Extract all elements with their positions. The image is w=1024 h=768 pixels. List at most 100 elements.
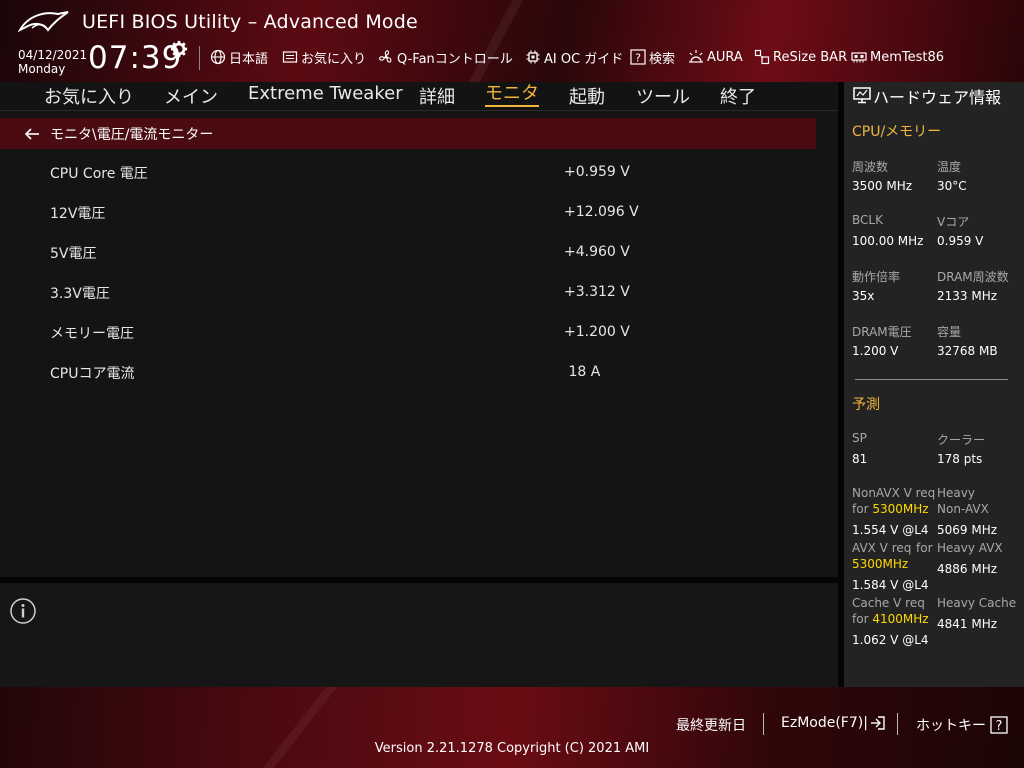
aura-icon	[689, 50, 703, 63]
back-arrow-icon[interactable]	[24, 126, 40, 142]
label-heavy-avx: Heavy AVX	[937, 541, 1003, 555]
row-label-12v-voltage[interactable]: 12V電圧	[50, 203, 105, 223]
tab-extreme-tweaker[interactable]: Extreme Tweaker	[248, 83, 403, 104]
language-button[interactable]: 日本語	[210, 48, 269, 67]
label-cooler: クーラー	[937, 433, 986, 447]
favorites-label: お気に入り	[301, 51, 367, 67]
header-divider	[199, 46, 200, 70]
value-heavy-nonavx: 5069 MHz	[937, 523, 998, 537]
breadcrumb[interactable]: モニタ\電圧/電流モニター	[0, 118, 816, 149]
search-help-icon: ?	[630, 49, 646, 65]
value-cooler: 178 pts	[937, 452, 983, 466]
value-nonavx-vreq: 1.554 V @L4	[852, 523, 929, 537]
resize-bar-button[interactable]: ReSize BAR	[754, 48, 847, 66]
language-label: 日本語	[229, 51, 269, 67]
ai-oc-guide-button[interactable]: AI OC ガイド	[525, 48, 623, 67]
favorites-button[interactable]: お気に入り	[282, 48, 367, 67]
info-icon	[10, 598, 36, 624]
clock-display[interactable]: 07:39	[88, 40, 182, 76]
panel-section-divider	[855, 379, 1008, 380]
label-heavy-cache: Heavy Cache	[937, 596, 1017, 610]
qfan-control-button[interactable]: Q-Fanコントロール	[378, 48, 513, 67]
label-dram-voltage: DRAM電圧	[852, 325, 912, 339]
label-avx-vreq: AVX V req	[852, 541, 912, 555]
resize-bar-icon	[754, 49, 770, 65]
cache-target-frequency: 4100MHz	[872, 612, 929, 626]
ai-oc-icon	[526, 50, 540, 64]
last-modified-button[interactable]: 最終更新日	[676, 715, 746, 735]
search-button[interactable]: ? 検索	[630, 48, 676, 67]
value-ratio: 35x	[852, 289, 875, 303]
row-value-12v-voltage: +12.096 V	[564, 204, 639, 220]
monitor-icon	[853, 87, 871, 104]
row-label-cpu-core-voltage[interactable]: CPU Core 電圧	[50, 163, 148, 183]
resize-bar-label: ReSize BAR	[773, 49, 848, 65]
rog-logo-icon	[18, 11, 69, 33]
tab-favorites[interactable]: お気に入り	[44, 83, 134, 109]
label-avx-for: for	[916, 541, 933, 555]
svg-text:?: ?	[996, 719, 1003, 734]
nonavx-target-frequency: 5300MHz	[872, 502, 929, 516]
main-tabs: お気に入り メイン Extreme Tweaker 詳細 モニタ 起動 ツール …	[0, 82, 838, 111]
gear-icon[interactable]	[170, 40, 188, 58]
version-text: Version 2.21.1278 Copyright (C) 2021 AMI	[374, 741, 650, 756]
tab-advanced[interactable]: 詳細	[419, 83, 455, 109]
hotkeys-button[interactable]: ホットキー ?	[916, 715, 1008, 735]
row-label-memory-voltage[interactable]: メモリー電圧	[50, 323, 134, 343]
label-cache-for: for 4100MHz	[852, 612, 929, 626]
footer-bar: 最終更新日 EzMode(F7)| ホットキー ? Version 2.21.1…	[0, 687, 1024, 768]
row-value-5v-voltage: +4.960 V	[564, 244, 630, 260]
header-bar: UEFI BIOS Utility – Advanced Mode 04/12/…	[0, 0, 1024, 82]
row-label-3v3-voltage[interactable]: 3.3V電圧	[50, 283, 110, 303]
label-heavy: Heavy	[937, 486, 975, 500]
label-bclk: BCLK	[852, 213, 883, 227]
tab-boot[interactable]: 起動	[569, 83, 605, 109]
exit-arrow-icon	[870, 716, 885, 730]
avx-target-frequency: 5300MHz	[852, 557, 909, 571]
value-avx-vreq: 1.584 V @L4	[852, 578, 929, 592]
tab-monitor[interactable]: モニタ	[485, 83, 539, 107]
aura-button[interactable]: AURA	[688, 48, 743, 66]
label-nonavx-for: for 5300MHz	[852, 502, 929, 516]
row-value-3v3-voltage: +3.312 V	[564, 284, 630, 300]
ezmode-label: EzMode(F7)|	[781, 715, 868, 731]
memtest86-label: MemTest86	[870, 49, 945, 65]
favorites-icon	[282, 51, 298, 63]
help-icon: ?	[990, 716, 1008, 734]
row-label-5v-voltage[interactable]: 5V電圧	[50, 243, 96, 263]
value-heavy-avx: 4886 MHz	[937, 562, 998, 576]
help-description-area	[0, 583, 838, 687]
tab-main[interactable]: メイン	[164, 83, 218, 109]
app-title: UEFI BIOS Utility – Advanced Mode	[82, 11, 418, 33]
value-vcore: 0.959 V	[937, 234, 984, 248]
label-frequency: 周波数	[852, 160, 889, 174]
label-cache-vreq: Cache V req	[852, 596, 925, 610]
svg-text:?: ?	[635, 52, 641, 65]
weekday-display: Monday	[18, 62, 66, 76]
row-value-cpu-core-voltage: +0.959 V	[564, 164, 630, 180]
ezmode-button[interactable]: EzMode(F7)|	[781, 715, 886, 731]
search-label: 検索	[649, 51, 676, 67]
row-value-cpu-core-current: 18 A	[564, 364, 601, 380]
value-heavy-cache: 4841 MHz	[937, 617, 998, 631]
value-bclk: 100.00 MHz	[852, 234, 924, 248]
hotkeys-label: ホットキー	[916, 718, 986, 734]
label-capacity: 容量	[937, 325, 962, 339]
label-vcore: Vコア	[937, 215, 970, 229]
date-display: 04/12/2021	[18, 48, 88, 62]
value-dram-voltage: 1.200 V	[852, 344, 899, 358]
memtest-icon	[851, 52, 867, 63]
row-value-memory-voltage: +1.200 V	[564, 324, 630, 340]
memtest86-button[interactable]: MemTest86	[851, 48, 944, 66]
label-sp: SP	[852, 431, 867, 445]
tab-tool[interactable]: ツール	[636, 83, 690, 109]
breadcrumb-path: モニタ\電圧/電流モニター	[50, 127, 214, 143]
label-dram-frequency: DRAM周波数	[937, 270, 1009, 284]
value-dram-frequency: 2133 MHz	[937, 289, 998, 303]
row-label-cpu-core-current[interactable]: CPUコア電流	[50, 363, 134, 383]
footer-divider	[897, 713, 898, 735]
label-temperature: 温度	[937, 160, 962, 174]
value-temperature: 30°C	[937, 179, 967, 193]
footer-divider	[763, 713, 764, 735]
tab-exit[interactable]: 終了	[720, 83, 756, 109]
